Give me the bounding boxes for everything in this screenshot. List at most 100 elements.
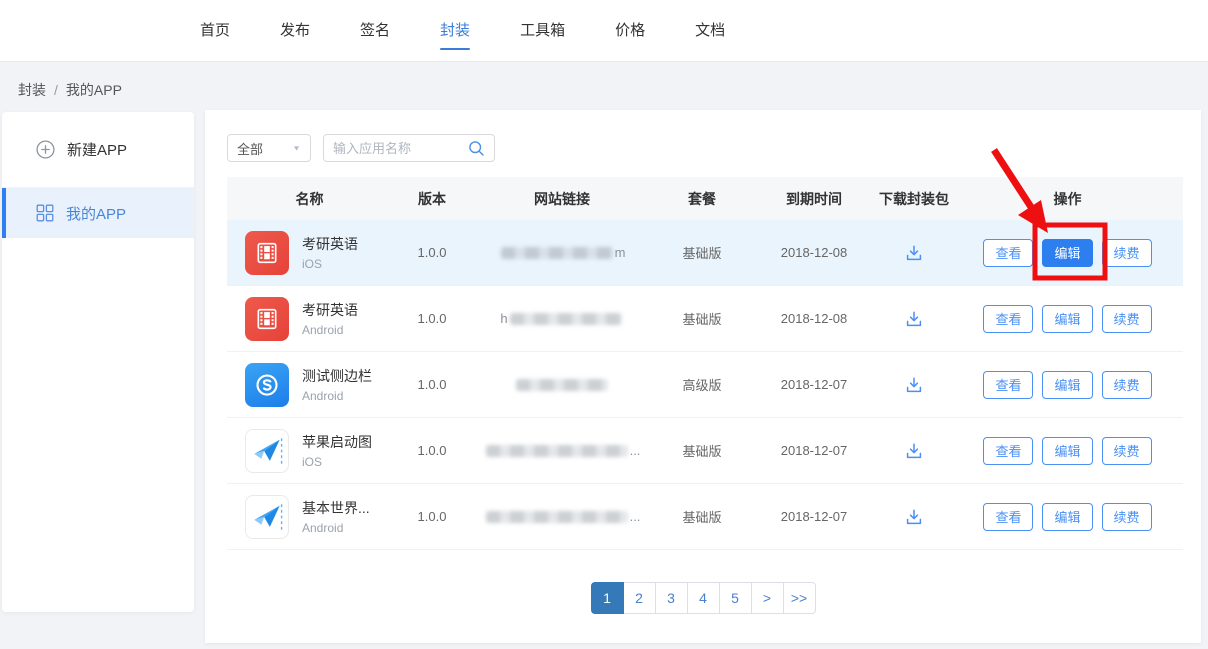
search-icon[interactable] <box>468 140 485 157</box>
app-url: m <box>472 245 652 260</box>
page-button-1[interactable]: 1 <box>591 582 624 614</box>
view-button[interactable]: 查看 <box>983 305 1033 333</box>
chevron-down-icon: ▼ <box>292 144 301 152</box>
grid-icon <box>36 204 54 222</box>
table-row: 苹果启动图 iOS 1.0.0 ... 基础版 2018-12-07 查看 编辑… <box>227 418 1183 484</box>
app-version: 1.0.0 <box>392 311 472 326</box>
app-url: ... <box>472 509 652 524</box>
edit-button[interactable]: 编辑 <box>1042 371 1092 399</box>
next-page-button[interactable]: > <box>751 582 784 614</box>
page-button-5[interactable]: 5 <box>719 582 752 614</box>
filter-row: 全部 ▼ <box>227 134 1201 162</box>
nav-item-signature[interactable]: 签名 <box>360 0 390 62</box>
nav-item-home[interactable]: 首页 <box>200 0 230 62</box>
download-button[interactable] <box>902 373 926 397</box>
plus-circle-icon <box>36 140 55 159</box>
app-expire-date: 2018-12-08 <box>752 311 876 326</box>
edit-button[interactable]: 编辑 <box>1042 239 1092 267</box>
blurred-url <box>486 445 628 457</box>
view-button[interactable]: 查看 <box>983 437 1033 465</box>
edit-button[interactable]: 编辑 <box>1042 305 1092 333</box>
breadcrumb-separator: / <box>54 82 58 98</box>
main-panel: 全部 ▼ 名称 版本 网站链接 套餐 到期时间 下载封装包 操作 <box>205 110 1201 643</box>
blurred-url <box>501 247 613 259</box>
col-header-package: 套餐 <box>652 189 752 209</box>
pagination: 1 2 3 4 5 > >> <box>205 582 1201 614</box>
url-fragment: ... <box>630 509 641 524</box>
category-dropdown-value: 全部 <box>237 139 263 158</box>
col-header-name: 名称 <box>227 189 392 209</box>
breadcrumb: 封装 / 我的APP <box>18 80 122 100</box>
page-button-4[interactable]: 4 <box>687 582 720 614</box>
app-url <box>472 379 652 391</box>
nav-item-package[interactable]: 封装 <box>440 0 470 62</box>
sidebar: 新建APP 我的APP <box>2 112 194 612</box>
nav-item-pricing[interactable]: 价格 <box>615 0 645 62</box>
view-button[interactable]: 查看 <box>983 371 1033 399</box>
renew-button[interactable]: 续费 <box>1102 371 1152 399</box>
app-package: 基础版 <box>652 309 752 328</box>
app-package: 基础版 <box>652 507 752 526</box>
category-dropdown[interactable]: 全部 ▼ <box>227 134 311 162</box>
paper-bird-icon <box>245 429 289 473</box>
breadcrumb-current: 我的APP <box>66 80 122 100</box>
edit-button[interactable]: 编辑 <box>1042 503 1092 531</box>
search-input[interactable] <box>333 141 468 156</box>
app-platform: iOS <box>302 455 372 469</box>
nav-item-docs[interactable]: 文档 <box>695 0 725 62</box>
blurred-url <box>486 511 628 523</box>
table-row: 考研英语 Android 1.0.0 h 基础版 2018-12-08 查看 编… <box>227 286 1183 352</box>
app-platform: Android <box>302 389 372 403</box>
download-button[interactable] <box>902 241 926 265</box>
top-nav-bar: 首页 发布 签名 封装 工具箱 价格 文档 <box>0 0 1208 62</box>
sidebar-item-my-app[interactable]: 我的APP <box>2 188 194 238</box>
download-icon <box>904 507 924 527</box>
renew-button[interactable]: 续费 <box>1102 305 1152 333</box>
app-package: 高级版 <box>652 375 752 394</box>
app-platform: iOS <box>302 257 358 271</box>
page-button-3[interactable]: 3 <box>655 582 688 614</box>
page-button-2[interactable]: 2 <box>623 582 656 614</box>
app-name: 苹果启动图 <box>302 432 372 452</box>
view-button[interactable]: 查看 <box>983 239 1033 267</box>
edit-button[interactable]: 编辑 <box>1042 437 1092 465</box>
breadcrumb-section[interactable]: 封装 <box>18 80 46 100</box>
col-header-actions: 操作 <box>952 189 1183 209</box>
app-version: 1.0.0 <box>392 245 472 260</box>
app-name: 考研英语 <box>302 300 358 320</box>
blurred-url <box>516 379 608 391</box>
col-header-download: 下载封装包 <box>876 189 952 209</box>
sidebar-item-new-app[interactable]: 新建APP <box>2 112 194 188</box>
s-swirl-icon <box>245 363 289 407</box>
renew-button[interactable]: 续费 <box>1102 239 1152 267</box>
app-name: 测试侧边栏 <box>302 366 372 386</box>
view-button[interactable]: 查看 <box>983 503 1033 531</box>
download-icon <box>904 375 924 395</box>
download-button[interactable] <box>902 439 926 463</box>
app-platform: Android <box>302 521 370 535</box>
film-reel-icon <box>245 231 289 275</box>
app-name: 考研英语 <box>302 234 358 254</box>
col-header-version: 版本 <box>392 189 472 209</box>
download-icon <box>904 441 924 461</box>
download-button[interactable] <box>902 307 926 331</box>
paper-bird-icon <box>245 495 289 539</box>
apps-table: 名称 版本 网站链接 套餐 到期时间 下载封装包 操作 考研英语 iOS 1.0… <box>227 177 1183 550</box>
nav-item-publish[interactable]: 发布 <box>280 0 310 62</box>
download-button[interactable] <box>902 505 926 529</box>
app-url: ... <box>472 443 652 458</box>
url-fragment: ... <box>630 443 641 458</box>
last-page-button[interactable]: >> <box>783 582 816 614</box>
app-platform: Android <box>302 323 358 337</box>
col-header-url: 网站链接 <box>472 189 652 209</box>
renew-button[interactable]: 续费 <box>1102 503 1152 531</box>
app-version: 1.0.0 <box>392 509 472 524</box>
sidebar-item-label: 我的APP <box>66 203 126 224</box>
url-fragment: h <box>500 311 507 326</box>
app-version: 1.0.0 <box>392 443 472 458</box>
col-header-expire: 到期时间 <box>752 189 876 209</box>
nav-item-toolbox[interactable]: 工具箱 <box>520 0 565 62</box>
renew-button[interactable]: 续费 <box>1102 437 1152 465</box>
app-package: 基础版 <box>652 243 752 262</box>
app-version: 1.0.0 <box>392 377 472 392</box>
